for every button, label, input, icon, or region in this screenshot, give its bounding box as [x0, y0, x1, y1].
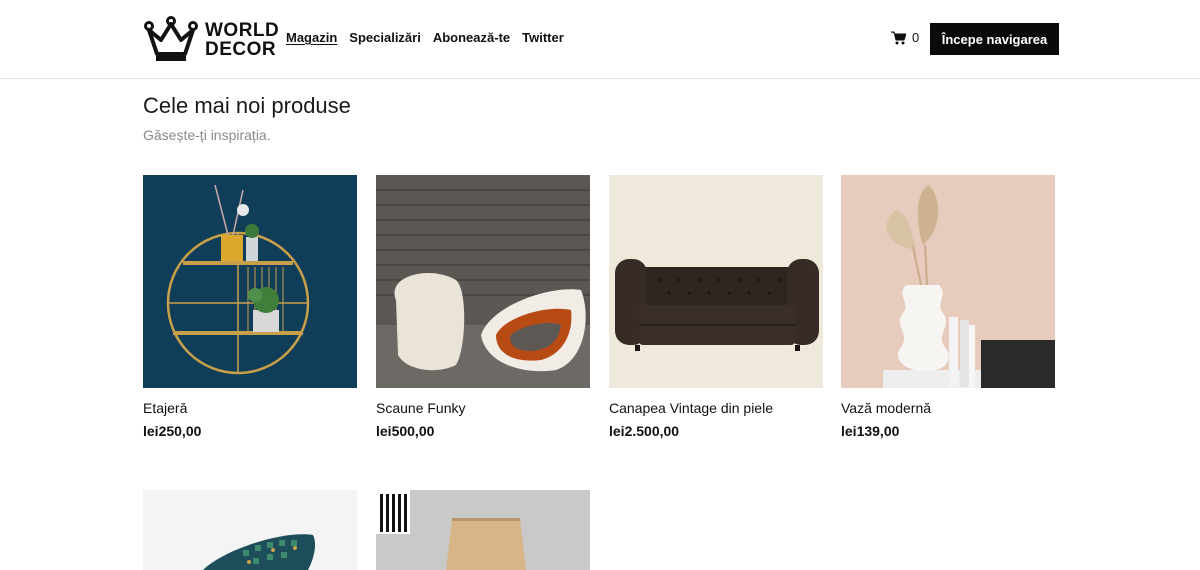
lamp-image [376, 490, 590, 570]
cart-button[interactable]: 0 [891, 30, 919, 45]
armchair-image [143, 490, 357, 570]
product-image[interactable] [143, 175, 357, 388]
product-image[interactable] [376, 175, 590, 388]
nav-item-twitter[interactable]: Twitter [522, 30, 564, 45]
product-card: Canapea Vintage din piele lei2.500,00 [609, 175, 823, 439]
nav-item-magazin[interactable]: Magazin [286, 30, 337, 45]
product-card [376, 490, 590, 570]
nav-item-aboneaza-te[interactable]: Abonează-te [433, 30, 510, 45]
product-card: Scaune Funky lei500,00 [376, 175, 590, 439]
product-price: lei500,00 [376, 423, 435, 439]
product-name[interactable]: Vază modernă [841, 400, 931, 416]
shelf-image [143, 175, 357, 388]
product-price: lei139,00 [841, 423, 900, 439]
product-image[interactable] [609, 175, 823, 388]
product-name[interactable]: Etajeră [143, 400, 187, 416]
logo-text: WORLD DECOR [205, 21, 279, 59]
site-header: WORLD DECOR Magazin Specializări Aboneaz… [0, 0, 1200, 79]
sofa-image [609, 175, 823, 388]
product-price: lei250,00 [143, 423, 202, 439]
cart-count: 0 [912, 30, 920, 45]
product-card: Vază modernă lei139,00 [841, 175, 1055, 439]
nav-item-specializari[interactable]: Specializări [349, 30, 421, 45]
section-subtitle: Găsește-ți inspirația. [143, 127, 271, 143]
section-title: Cele mai noi produse [143, 93, 351, 118]
product-image[interactable] [841, 175, 1055, 388]
cart-icon [891, 31, 906, 44]
chairs-image [376, 175, 590, 388]
product-name[interactable]: Scaune Funky [376, 400, 466, 416]
crown-icon [144, 16, 198, 61]
product-card [143, 490, 357, 570]
vase-image [841, 175, 1055, 388]
site-logo[interactable]: WORLD DECOR [143, 16, 279, 64]
product-price: lei2.500,00 [609, 423, 680, 439]
product-name[interactable]: Canapea Vintage din piele [609, 400, 773, 416]
start-browsing-button[interactable]: Începe navigarea [930, 23, 1059, 55]
product-image[interactable] [143, 490, 357, 570]
product-image[interactable] [376, 490, 590, 570]
logo-line-2: DECOR [205, 39, 277, 60]
product-card: Etajeră lei250,00 [143, 175, 357, 439]
main-nav: Magazin Specializări Abonează-te Twitter [286, 30, 564, 45]
logo-line-1: WORLD [205, 20, 280, 41]
